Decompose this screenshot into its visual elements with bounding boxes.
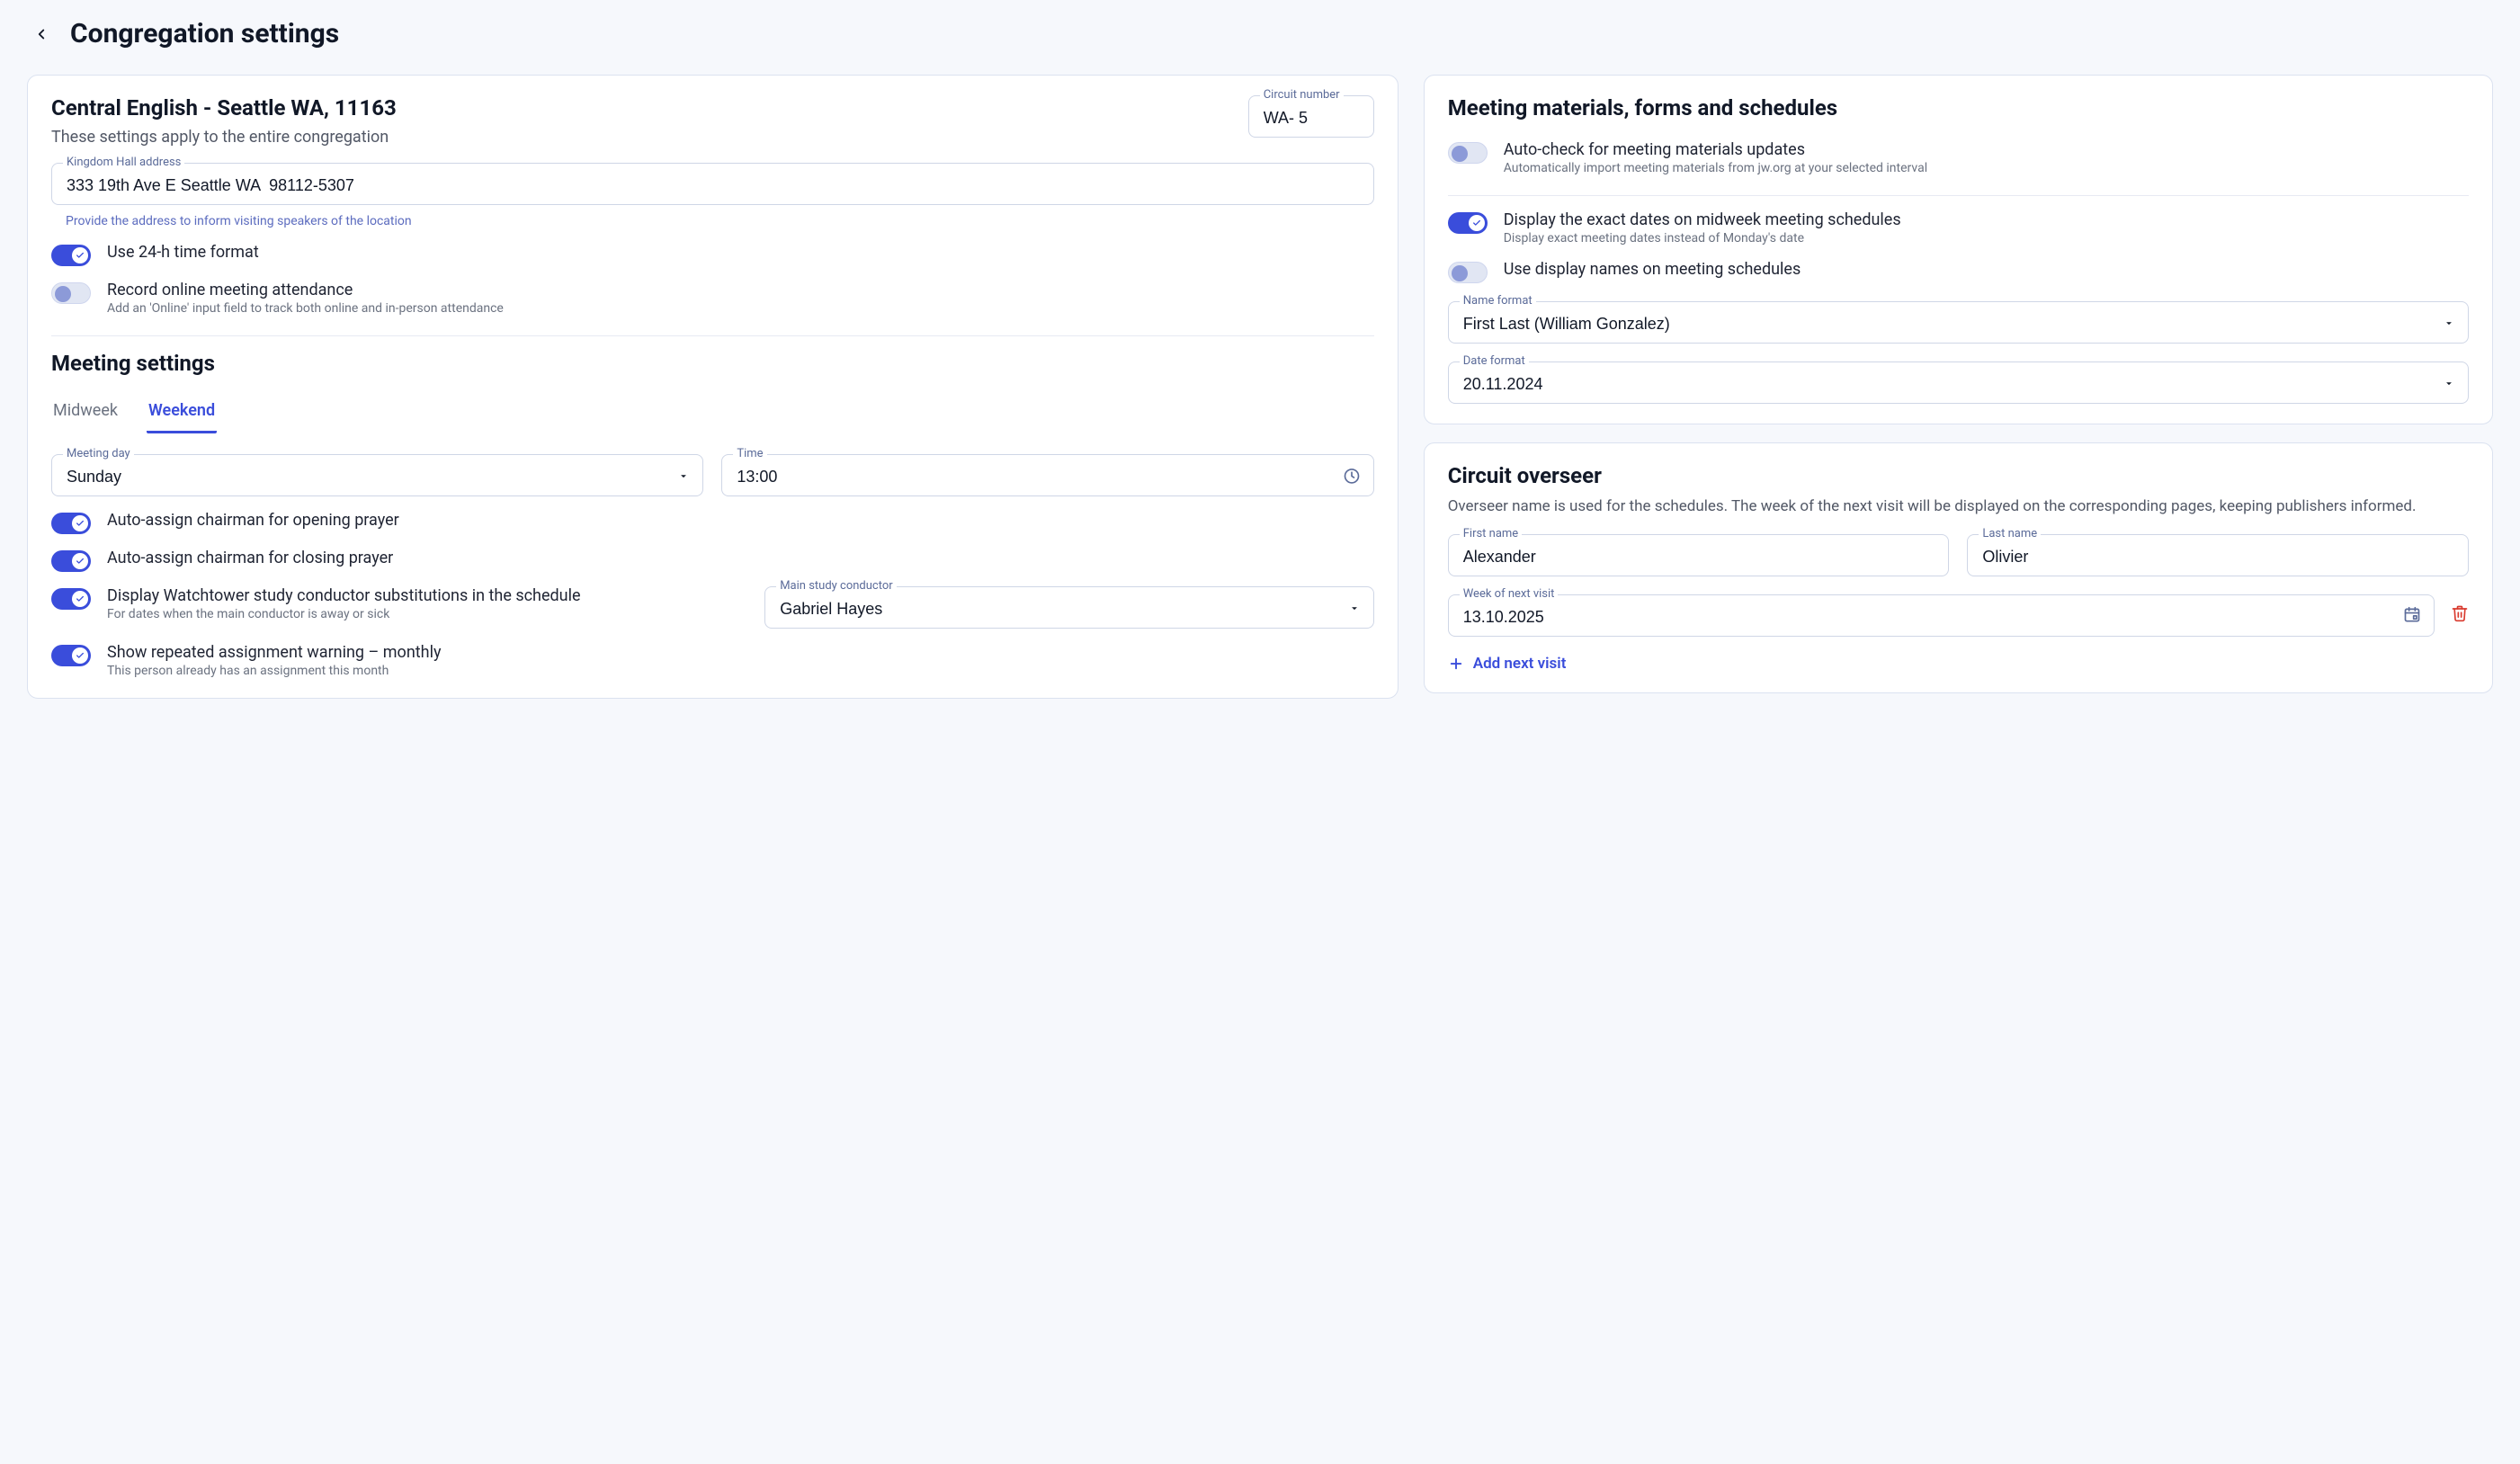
materials-card: Meeting materials, forms and schedules A… bbox=[1424, 75, 2493, 424]
overseer-first-name-input[interactable] bbox=[1463, 548, 1935, 567]
congregation-card: Central English - Seattle WA, 11163 Thes… bbox=[27, 75, 1399, 699]
exact-dates-toggle[interactable] bbox=[1448, 212, 1488, 234]
display-names-label: Use display names on meeting schedules bbox=[1504, 260, 1801, 279]
exact-dates-sub: Display exact meeting dates instead of M… bbox=[1504, 231, 1901, 245]
exact-dates-label: Display the exact dates on midweek meeti… bbox=[1504, 210, 1901, 229]
auto-check-toggle[interactable] bbox=[1448, 142, 1488, 164]
meeting-tabs: Midweek Weekend bbox=[51, 394, 1374, 434]
tab-weekend[interactable]: Weekend bbox=[147, 394, 217, 433]
use-24h-toggle[interactable] bbox=[51, 245, 91, 266]
circuit-number-input[interactable] bbox=[1264, 109, 1359, 128]
display-names-toggle[interactable] bbox=[1448, 262, 1488, 283]
calendar-icon[interactable] bbox=[2403, 605, 2421, 627]
plus-icon bbox=[1448, 656, 1464, 672]
auto-check-sub: Automatically import meeting materials f… bbox=[1504, 161, 1927, 175]
circuit-number-label: Circuit number bbox=[1260, 88, 1344, 102]
repeat-warning-sub: This person already has an assignment th… bbox=[107, 664, 441, 678]
address-label: Kingdom Hall address bbox=[63, 156, 184, 169]
add-next-visit-button[interactable]: Add next visit bbox=[1448, 655, 2469, 673]
clock-icon bbox=[1343, 467, 1361, 488]
overseer-first-name-field[interactable]: First name bbox=[1448, 534, 1950, 576]
auto-open-prayer-label: Auto-assign chairman for opening prayer bbox=[107, 511, 399, 530]
meeting-settings-title: Meeting settings bbox=[51, 351, 1374, 376]
week-next-visit-field[interactable]: Week of next visit bbox=[1448, 594, 2435, 637]
congregation-subtitle: These settings apply to the entire congr… bbox=[51, 128, 397, 147]
overseer-first-name-label: First name bbox=[1460, 527, 1522, 540]
overseer-last-name-label: Last name bbox=[1979, 527, 2041, 540]
add-next-visit-label: Add next visit bbox=[1473, 655, 1567, 673]
name-format-field[interactable]: Name format bbox=[1448, 301, 2469, 344]
wt-substitution-helper: For dates when the main conductor is awa… bbox=[107, 607, 748, 621]
meeting-day-value[interactable] bbox=[67, 468, 688, 487]
meeting-time-input[interactable] bbox=[737, 468, 1358, 487]
week-next-visit-input[interactable] bbox=[1463, 608, 2419, 627]
meeting-time-label: Time bbox=[733, 447, 766, 460]
name-format-value[interactable] bbox=[1463, 315, 2453, 334]
date-format-value[interactable] bbox=[1463, 375, 2453, 394]
auto-check-label: Auto-check for meeting materials updates bbox=[1504, 140, 1927, 159]
overseer-last-name-input[interactable] bbox=[1982, 548, 2453, 567]
main-conductor-field[interactable]: Main study conductor bbox=[764, 586, 1374, 629]
date-format-field[interactable]: Date format bbox=[1448, 362, 2469, 404]
main-conductor-label: Main study conductor bbox=[776, 579, 896, 593]
back-button[interactable] bbox=[31, 23, 52, 45]
date-format-label: Date format bbox=[1460, 354, 1529, 368]
record-online-sub: Add an 'Online' input field to track bot… bbox=[107, 301, 504, 316]
address-helper: Provide the address to inform visiting s… bbox=[66, 214, 1374, 228]
repeat-warning-label: Show repeated assignment warning – month… bbox=[107, 643, 441, 662]
auto-close-prayer-label: Auto-assign chairman for closing prayer bbox=[107, 549, 393, 567]
materials-title: Meeting materials, forms and schedules bbox=[1448, 95, 2469, 121]
overseer-desc: Overseer name is used for the schedules.… bbox=[1448, 495, 2469, 518]
overseer-card: Circuit overseer Overseer name is used f… bbox=[1424, 442, 2493, 693]
meeting-time-field[interactable]: Time bbox=[721, 454, 1373, 496]
overseer-last-name-field[interactable]: Last name bbox=[1967, 534, 2469, 576]
wt-substitution-label: Display Watchtower study conductor subst… bbox=[107, 586, 748, 605]
wt-substitution-toggle[interactable] bbox=[51, 588, 91, 610]
meeting-day-label: Meeting day bbox=[63, 447, 134, 460]
tab-midweek[interactable]: Midweek bbox=[51, 394, 120, 433]
page-title: Congregation settings bbox=[70, 18, 339, 49]
name-format-label: Name format bbox=[1460, 294, 1536, 308]
record-online-toggle[interactable] bbox=[51, 282, 91, 304]
address-input[interactable] bbox=[67, 176, 1359, 195]
circuit-number-field[interactable]: Circuit number bbox=[1248, 95, 1374, 138]
repeat-warning-toggle[interactable] bbox=[51, 645, 91, 666]
address-field[interactable]: Kingdom Hall address bbox=[51, 163, 1374, 205]
auto-open-prayer-toggle[interactable] bbox=[51, 513, 91, 534]
congregation-name: Central English - Seattle WA, 11163 bbox=[51, 95, 397, 121]
divider bbox=[51, 335, 1374, 336]
main-conductor-value[interactable] bbox=[780, 600, 1359, 619]
trash-icon bbox=[2451, 603, 2469, 623]
overseer-title: Circuit overseer bbox=[1448, 463, 2469, 488]
week-next-visit-label: Week of next visit bbox=[1460, 587, 1559, 601]
meeting-day-field[interactable]: Meeting day bbox=[51, 454, 703, 496]
chevron-left-icon bbox=[33, 26, 49, 42]
divider bbox=[1448, 195, 2469, 196]
record-online-label: Record online meeting attendance bbox=[107, 281, 504, 299]
delete-visit-button[interactable] bbox=[2451, 603, 2469, 627]
use-24h-label: Use 24-h time format bbox=[107, 243, 259, 262]
auto-close-prayer-toggle[interactable] bbox=[51, 550, 91, 572]
